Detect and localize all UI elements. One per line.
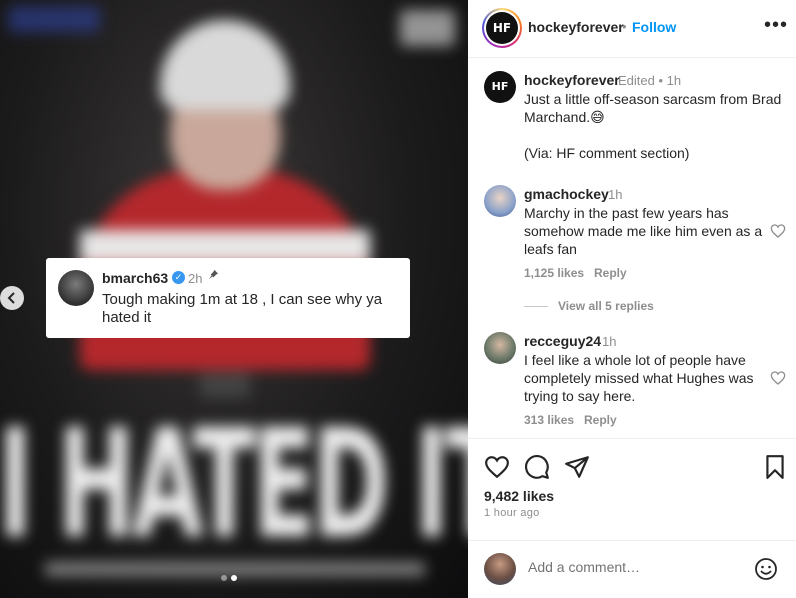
pinned-comment-time: 2h bbox=[188, 271, 203, 286]
current-user-avatar bbox=[484, 553, 516, 585]
caption-meta: Edited • 1h bbox=[618, 73, 682, 88]
comment-username[interactable]: recceguy24 bbox=[524, 333, 601, 349]
pinned-comment-avatar bbox=[58, 270, 94, 306]
share-icon[interactable] bbox=[564, 454, 590, 480]
post-time: 1 hour ago bbox=[484, 507, 540, 519]
bookmark-icon[interactable] bbox=[762, 454, 788, 480]
pinned-comment-text: Tough making 1m at 18 , I can see why ya… bbox=[102, 291, 383, 326]
reply-button[interactable]: Reply bbox=[584, 413, 617, 427]
header-separator: • bbox=[622, 19, 627, 34]
caption-username[interactable]: hockeyforever bbox=[524, 72, 620, 88]
comment-username[interactable]: gmachockey bbox=[524, 186, 609, 202]
media-logo-right bbox=[400, 10, 455, 46]
emoji-icon[interactable] bbox=[754, 557, 778, 581]
pinned-comment-card: bmarch63 ✓ 2h Tough making 1m at 18 , I … bbox=[46, 258, 410, 338]
pinned-comment-username: bmarch63 bbox=[102, 270, 169, 286]
carousel-dot-active bbox=[231, 575, 237, 581]
heart-icon[interactable] bbox=[770, 223, 786, 239]
pin-icon bbox=[208, 269, 219, 283]
reply-button[interactable]: Reply bbox=[594, 266, 627, 280]
heart-icon[interactable] bbox=[770, 370, 786, 386]
comment-likes[interactable]: 313 likes bbox=[524, 413, 574, 427]
media-subline bbox=[45, 562, 425, 576]
post-actions: 9,482 likes 1 hour ago bbox=[468, 440, 796, 598]
comment-avatar[interactable] bbox=[484, 332, 516, 364]
follow-button[interactable]: Follow bbox=[632, 19, 676, 35]
verified-icon: ✓ bbox=[172, 271, 185, 284]
carousel-indicator bbox=[221, 575, 237, 581]
carousel-dot bbox=[221, 575, 227, 581]
post-sidebar: HF hockeyforever • Follow ••• HF hockeyf… bbox=[468, 0, 796, 598]
comments-list[interactable]: HF hockeyforever Edited • 1h Just a litt… bbox=[468, 59, 796, 439]
media-small-text bbox=[200, 372, 250, 398]
comment-text: I feel like a whole lot of people have c… bbox=[524, 352, 754, 404]
add-comment-input[interactable] bbox=[528, 559, 738, 575]
author-username[interactable]: hockeyforever bbox=[528, 19, 624, 35]
comment-time: 1h bbox=[608, 187, 623, 202]
comment-likes[interactable]: 1,125 likes bbox=[524, 266, 584, 280]
chevron-left-icon bbox=[7, 292, 15, 304]
view-replies-button[interactable]: View all 5 replies bbox=[558, 299, 654, 313]
caption-avatar[interactable]: HF bbox=[484, 71, 516, 103]
comment-icon[interactable] bbox=[524, 454, 550, 480]
post-media[interactable]: I HATED IT bmarch63 ✓ 2h Tough making 1m… bbox=[0, 0, 468, 598]
replies-divider bbox=[524, 306, 548, 307]
comment-text: Marchy in the past few years has somehow… bbox=[524, 205, 763, 257]
author-avatar-logo: HF bbox=[486, 12, 518, 44]
comment-time: 1h bbox=[602, 334, 617, 349]
author-avatar[interactable]: HF bbox=[482, 8, 522, 48]
more-icon[interactable]: ••• bbox=[764, 14, 788, 37]
heart-icon[interactable] bbox=[484, 454, 510, 480]
add-comment-row bbox=[468, 540, 796, 598]
media-headline: I HATED IT bbox=[0, 398, 468, 572]
comment-avatar[interactable] bbox=[484, 185, 516, 217]
post-likes[interactable]: 9,482 likes bbox=[484, 488, 554, 504]
post-header: HF hockeyforever • Follow ••• bbox=[468, 0, 796, 58]
media-logo-left bbox=[8, 6, 100, 32]
caption-text: Just a little off-season sarcasm from Br… bbox=[524, 91, 782, 125]
caption-via: (Via: HF comment section) bbox=[524, 145, 690, 161]
carousel-prev-button[interactable] bbox=[0, 286, 24, 310]
player-helmet bbox=[160, 20, 290, 110]
